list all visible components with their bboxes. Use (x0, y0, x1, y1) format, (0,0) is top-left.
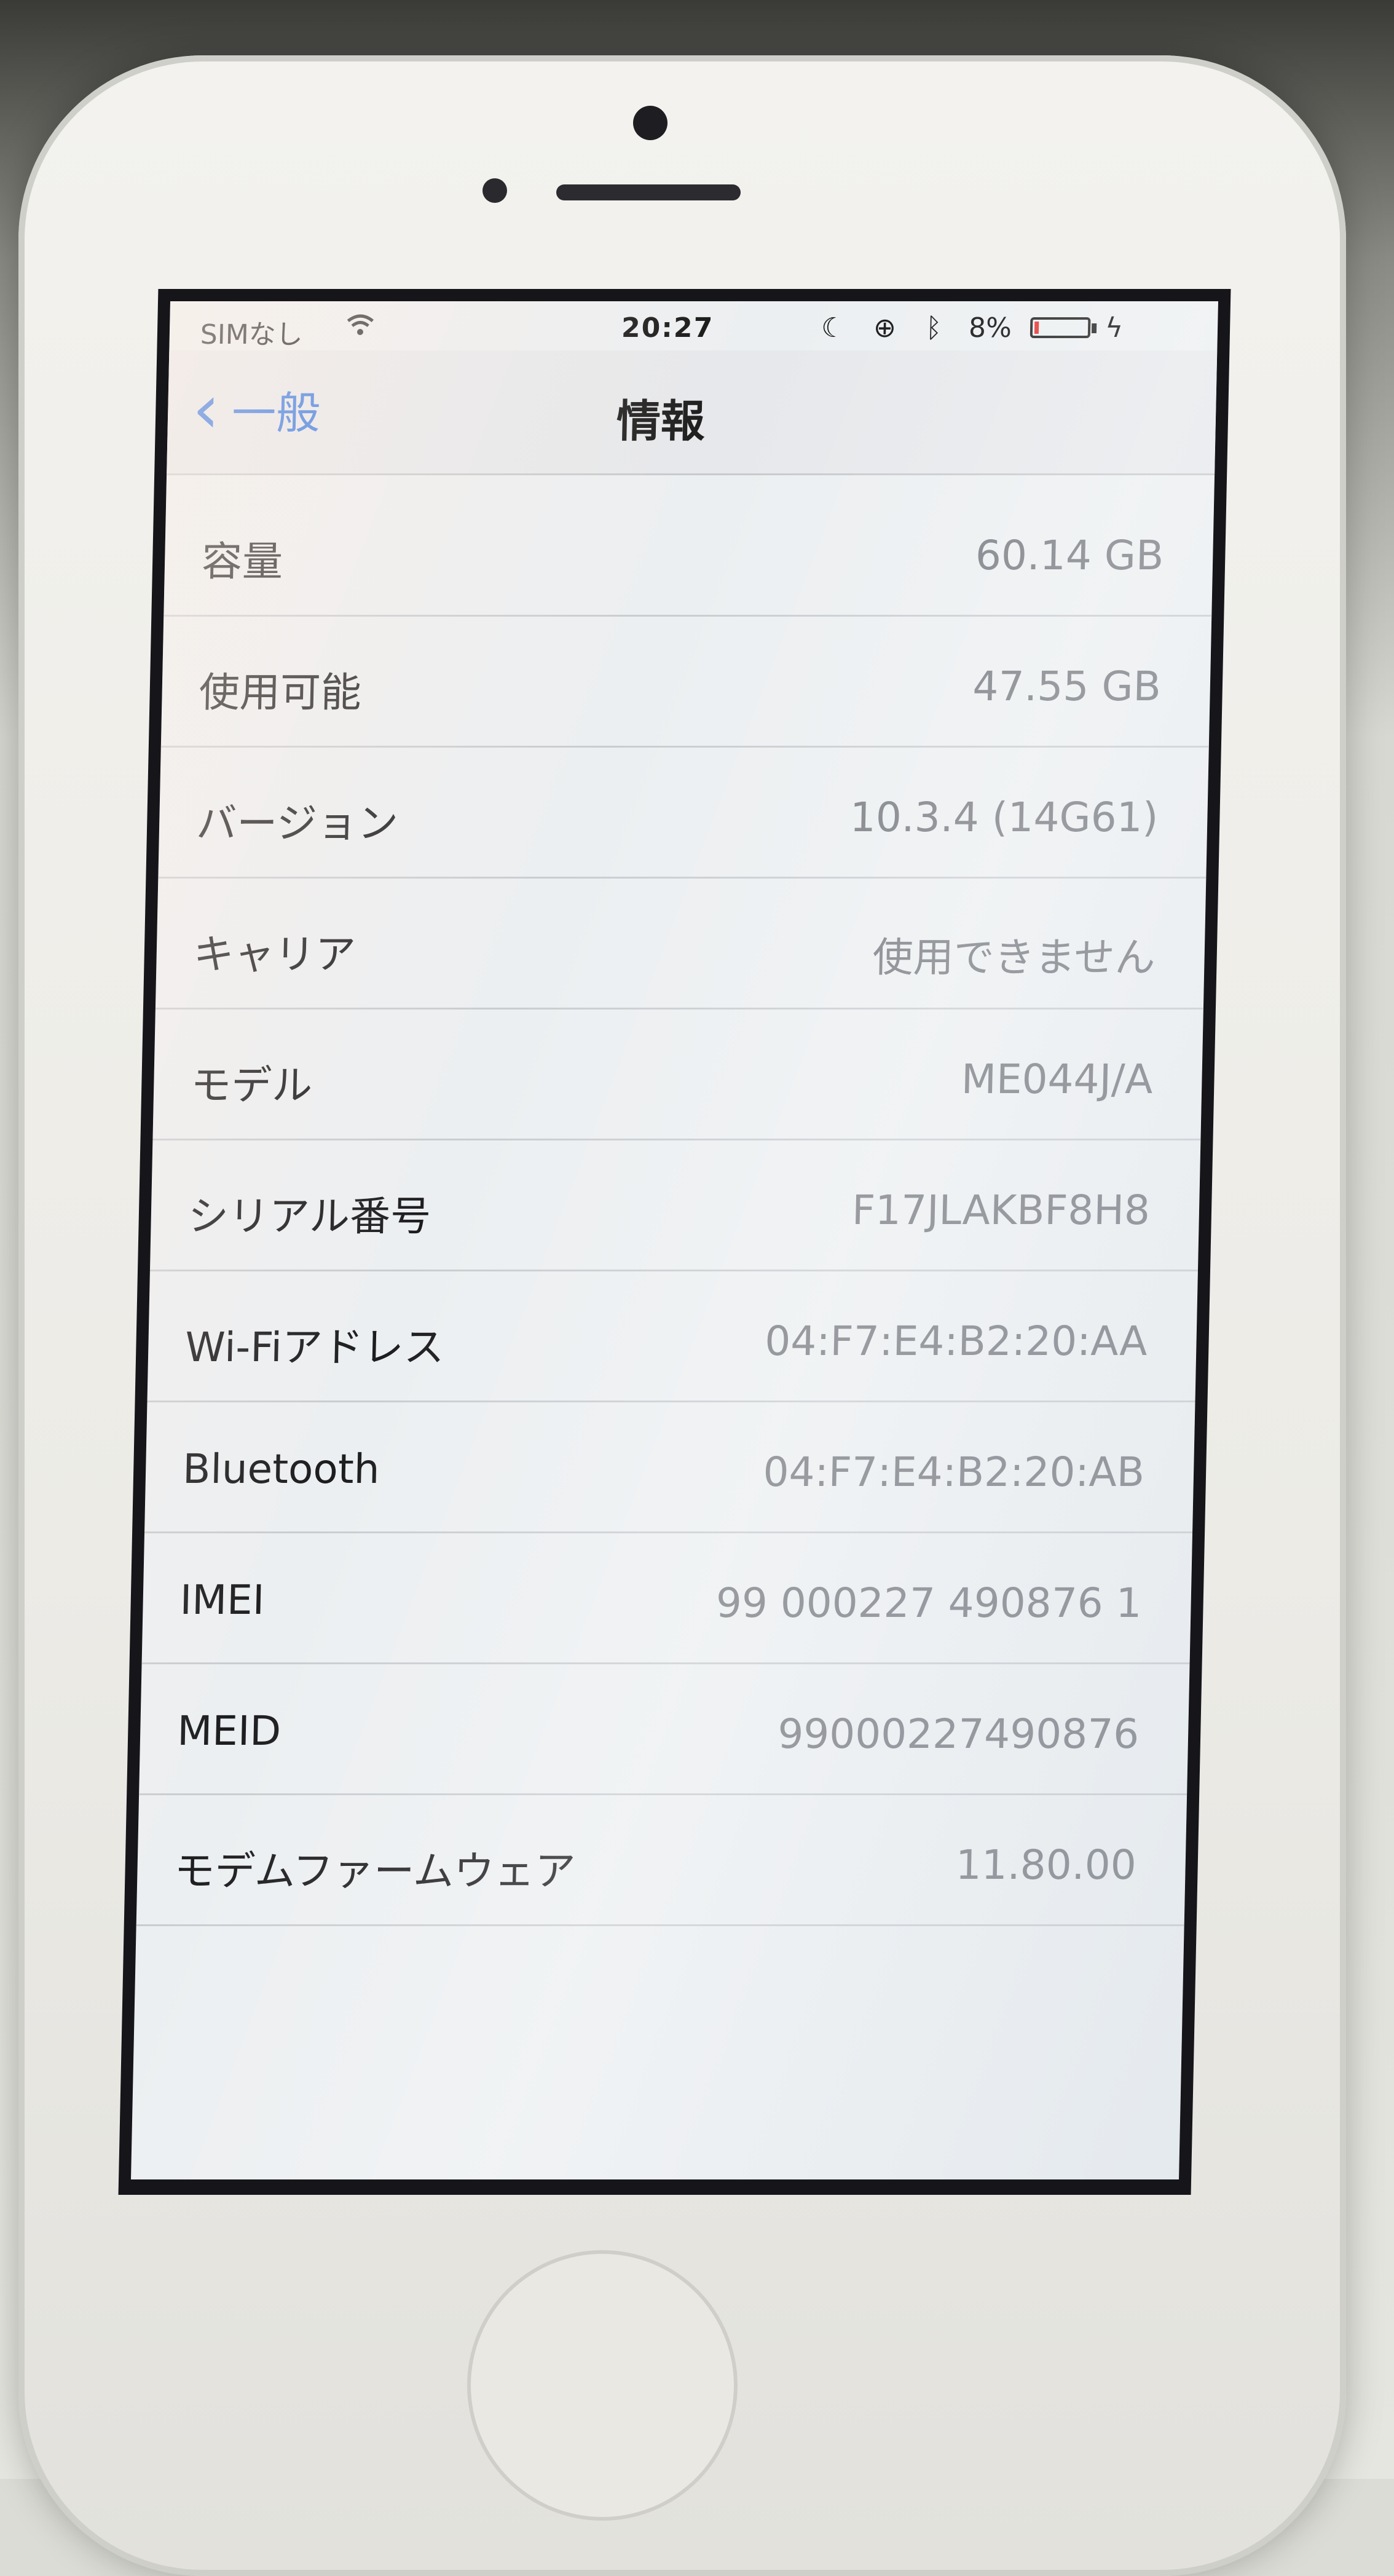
info-row-label: IMEI (179, 1576, 266, 1624)
page-title: 情報 (616, 395, 706, 447)
info-row-label: 使用可能 (198, 669, 362, 716)
info-row-label: シリアル番号 (187, 1193, 431, 1240)
info-row: Wi-Fiアドレス 04:F7:E4:B2:20:AA (147, 1271, 1198, 1402)
info-row-label: Bluetooth (182, 1445, 380, 1493)
bluetooth-icon: ᛒ (925, 312, 943, 344)
rotation-lock-icon: ⊕ (873, 312, 897, 344)
back-button-label: 一般 (231, 387, 321, 439)
battery-icon (1030, 317, 1091, 338)
home-button[interactable] (467, 2250, 738, 2521)
info-row-label: バージョン (195, 800, 399, 847)
info-row-value: 11.80.00 (955, 1841, 1137, 1889)
info-row-label: キャリア (192, 931, 356, 978)
info-row: Bluetooth 04:F7:E4:B2:20:AB (144, 1402, 1195, 1533)
front-camera (633, 106, 667, 140)
phone-screen: SIMなし 20:27 ☾ ⊕ ᛒ 8% ϟ ‹ 一般 情報 容量 60.14 G… (131, 301, 1218, 2179)
status-bar: SIMなし 20:27 ☾ ⊕ ᛒ 8% ϟ (169, 301, 1218, 350)
info-row-label: モデル (190, 1062, 313, 1109)
earpiece-speaker (556, 184, 741, 200)
info-row-label: MEID (176, 1707, 282, 1755)
info-row-value: 99 000227 490876 1 (715, 1579, 1143, 1627)
info-row-label: 容量 (201, 538, 283, 585)
info-row-value: 60.14 GB (975, 532, 1165, 579)
info-row-label: Wi-Fiアドレス (184, 1324, 445, 1371)
info-row-value: 04:F7:E4:B2:20:AB (762, 1448, 1145, 1496)
charging-icon: ϟ (1105, 312, 1124, 344)
battery-nub (1091, 323, 1097, 333)
info-row: キャリア 使用できません (155, 879, 1207, 1009)
info-row: 容量 60.14 GB (163, 486, 1215, 617)
info-row: モデル ME044J/A (152, 1009, 1203, 1140)
status-time: 20:27 (621, 312, 714, 344)
info-row-value: ME044J/A (961, 1056, 1154, 1103)
wifi-icon (345, 312, 376, 337)
info-row: 使用可能 47.55 GB (160, 617, 1212, 748)
info-row-value: 99000227490876 (777, 1710, 1140, 1758)
info-row-value: 04:F7:E4:B2:20:AA (764, 1318, 1148, 1365)
info-row: モデムファームウェア 11.80.00 (136, 1795, 1187, 1926)
info-row: IMEI 99 000227 490876 1 (141, 1533, 1193, 1664)
battery-percent: 8% (968, 312, 1012, 344)
moon-icon: ☾ (821, 312, 846, 344)
back-button[interactable]: ‹ 一般 (192, 369, 321, 448)
info-row: バージョン 10.3.4 (14G61) (158, 748, 1209, 879)
info-list: 容量 60.14 GB 使用可能 47.55 GB バージョン 10.3.4 (14G61… (136, 486, 1215, 1926)
proximity-sensor (482, 178, 507, 203)
info-row-value: 使用できません (872, 934, 1156, 981)
info-row-value: 47.55 GB (972, 663, 1162, 710)
info-row: MEID 99000227490876 (139, 1664, 1190, 1795)
info-row-value: 10.3.4 (14G61) (849, 794, 1159, 841)
info-row-label: モデムファームウェア (173, 1847, 577, 1895)
carrier-label: SIMなし (200, 319, 304, 350)
chevron-left-icon: ‹ (191, 369, 221, 448)
battery-level-fill (1034, 322, 1039, 334)
info-row-value: F17JLAKBF8H8 (851, 1187, 1151, 1234)
info-row: シリアル番号 F17JLAKBF8H8 (149, 1140, 1201, 1271)
